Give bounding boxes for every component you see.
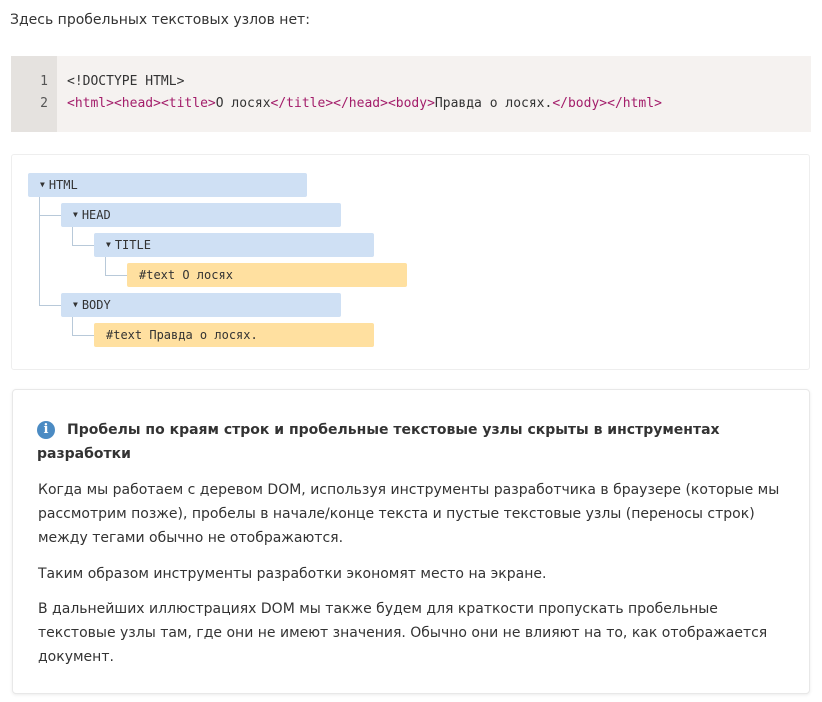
node-label: #text О лосях (139, 268, 233, 282)
code-tag: title (168, 96, 208, 111)
node-label: BODY (81, 298, 111, 312)
node-label: HEAD (81, 208, 111, 222)
code-text: Правда о лосях. (434, 96, 553, 111)
tree-connector (105, 257, 106, 275)
intro-text: Здесь пробельных текстовых узлов нет: (10, 12, 310, 28)
triangle-down-icon: ▼ (40, 180, 45, 189)
info-paragraph: В дальнейших иллюстрациях DOM мы также б… (38, 601, 768, 665)
info-paragraph: Таким образом инструменты разработки эко… (38, 566, 547, 582)
triangle-down-icon: ▼ (106, 240, 111, 249)
code-block: 1 2 <!DOCTYPE HTML> <html><head><title>О … (11, 56, 811, 132)
code-tag: /head (340, 96, 381, 111)
tree-connector (72, 317, 73, 335)
code-tag: body (395, 96, 428, 111)
tree-connector (39, 215, 61, 216)
node-label: TITLE (114, 238, 151, 252)
code-tag: /title (278, 96, 326, 111)
info-box: i Пробелы по краям строк и пробельные тек… (12, 389, 810, 694)
dom-node-body[interactable]: ▼ BODY (61, 293, 341, 317)
info-paragraph: Когда мы работаем с деревом DOM, использ… (38, 482, 780, 546)
info-icon: i (37, 421, 55, 439)
line-number: 1 (40, 74, 48, 89)
info-title: Пробелы по краям строк и пробельные текс… (37, 422, 720, 462)
code-tag: head (121, 96, 154, 111)
tree-connector (72, 335, 94, 336)
code-lines: <!DOCTYPE HTML> <html><head><title>О лося… (57, 56, 662, 132)
code-line-1: <!DOCTYPE HTML> (67, 71, 662, 93)
code-tag: /html (614, 96, 655, 111)
dom-node-title[interactable]: ▼ TITLE (94, 233, 374, 257)
tree-connector (105, 275, 127, 276)
code-tag: /body (560, 96, 600, 111)
code-text: О лосях (215, 96, 271, 111)
code-token: DOCTYPE HTML (82, 74, 177, 89)
code-token: <! (67, 74, 83, 89)
dom-tree-panel: ▼ HTML ▼ HEAD ▼ TITLE #text О лосях ▼ BODY #… (11, 154, 810, 370)
line-numbers: 1 2 (11, 56, 57, 132)
tree-connector (39, 197, 40, 305)
tree-connector (72, 227, 73, 245)
code-tag: html (74, 96, 107, 111)
node-label: #text Правда о лосях. (106, 328, 258, 342)
dom-node-html[interactable]: ▼ HTML (28, 173, 307, 197)
code-line-2: <html><head><title>О лосях</title></head… (67, 96, 662, 111)
code-token: > (176, 74, 185, 89)
tree-connector (39, 305, 61, 306)
line-number: 2 (40, 96, 48, 111)
triangle-down-icon: ▼ (73, 210, 78, 219)
tree-connector (72, 245, 94, 246)
dom-node-title-text[interactable]: #text О лосях (127, 263, 407, 287)
node-label: HTML (48, 178, 78, 192)
dom-node-body-text[interactable]: #text Правда о лосях. (94, 323, 374, 347)
info-header: i Пробелы по краям строк и пробельные тек… (37, 418, 757, 466)
triangle-down-icon: ▼ (73, 300, 78, 309)
dom-node-head[interactable]: ▼ HEAD (61, 203, 341, 227)
